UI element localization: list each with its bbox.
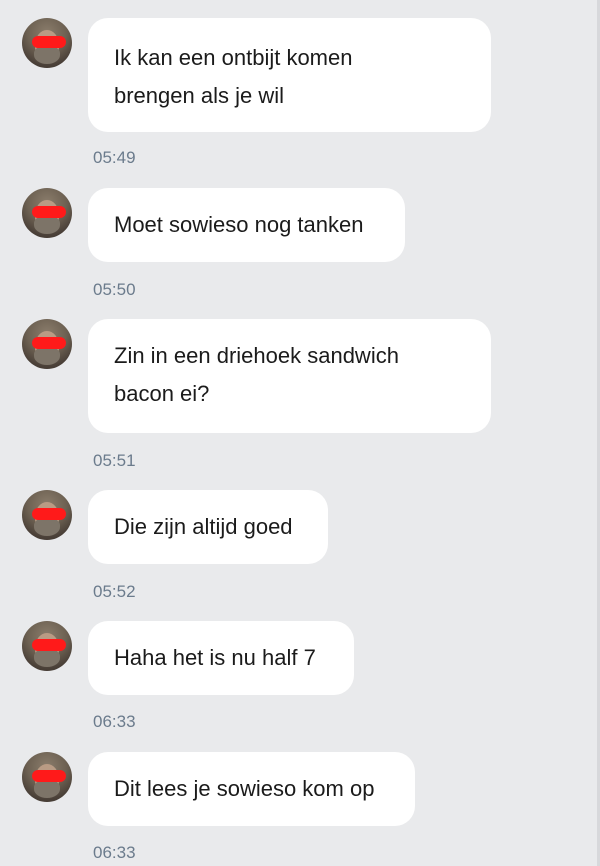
avatar-icon[interactable] xyxy=(22,490,72,540)
avatar-icon[interactable] xyxy=(22,319,72,369)
redaction-mark xyxy=(32,770,66,782)
message-timestamp: 06:33 xyxy=(93,712,136,731)
redaction-mark xyxy=(32,36,66,48)
message-timestamp: 05:52 xyxy=(93,582,136,601)
redaction-mark xyxy=(32,639,66,651)
message-timestamp: 06:33 xyxy=(93,843,136,862)
redaction-mark xyxy=(32,508,66,520)
message-bubble[interactable]: Moet sowieso nog tanken xyxy=(88,188,405,262)
redaction-mark xyxy=(32,206,66,218)
message-timestamp: 05:49 xyxy=(93,148,136,167)
message-bubble[interactable]: Die zijn altijd goed xyxy=(88,490,328,564)
message-bubble[interactable]: Dit lees je sowieso kom op xyxy=(88,752,415,826)
message-timestamp: 05:51 xyxy=(93,451,136,470)
message-bubble[interactable]: Ik kan een ontbijt komen brengen als je … xyxy=(88,18,491,132)
avatar-icon[interactable] xyxy=(22,188,72,238)
avatar-icon[interactable] xyxy=(22,621,72,671)
message-bubble[interactable]: Zin in een driehoek sandwich bacon ei? xyxy=(88,319,491,433)
message-bubble[interactable]: Haha het is nu half 7 xyxy=(88,621,354,695)
avatar-icon[interactable] xyxy=(22,752,72,802)
redaction-mark xyxy=(32,337,66,349)
message-timestamp: 05:50 xyxy=(93,280,136,299)
avatar-icon[interactable] xyxy=(22,18,72,68)
